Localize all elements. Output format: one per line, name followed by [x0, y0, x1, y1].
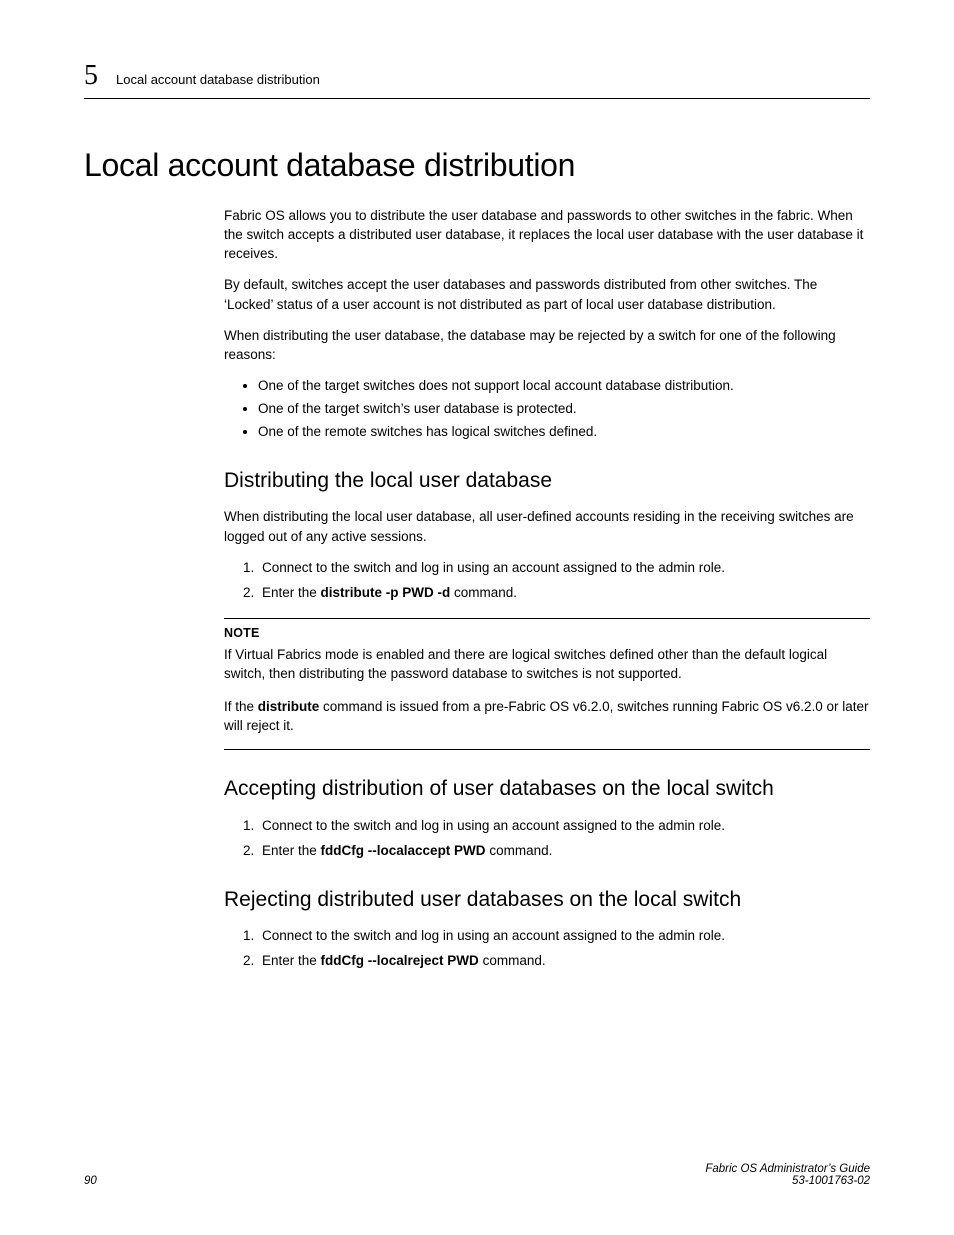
- section-paragraph: When distributing the local user databas…: [224, 507, 870, 545]
- note-rule-bottom: [224, 749, 870, 750]
- step-text: Enter the: [262, 953, 321, 968]
- subheading-accept: Accepting distribution of user databases…: [224, 774, 870, 804]
- step-item: Enter the distribute -p PWD -d command.: [258, 583, 870, 602]
- page-footer: 90 Fabric OS Administrator’s Guide 53-10…: [84, 1163, 870, 1187]
- doc-number: 53-1001763-02: [705, 1175, 870, 1187]
- intro-paragraph: By default, switches accept the user dat…: [224, 275, 870, 313]
- step-text: command.: [450, 585, 517, 600]
- running-title: Local account database distribution: [116, 72, 320, 87]
- list-item: One of the target switches does not supp…: [258, 376, 870, 395]
- subheading-distribute: Distributing the local user database: [224, 466, 870, 496]
- running-header: 5 Local account database distribution: [84, 60, 870, 99]
- note-rule-top: [224, 618, 870, 619]
- guide-title: Fabric OS Administrator’s Guide: [705, 1163, 870, 1175]
- list-item: One of the remote switches has logical s…: [258, 422, 870, 441]
- accept-steps: Connect to the switch and log in using a…: [224, 816, 870, 860]
- text: command is issued from a pre-Fabric OS v…: [224, 699, 869, 733]
- command-text: fddCfg --localreject PWD: [321, 953, 479, 968]
- step-item: Connect to the switch and log in using a…: [258, 558, 870, 577]
- note-body: If Virtual Fabrics mode is enabled and t…: [224, 645, 870, 683]
- intro-paragraph: Fabric OS allows you to distribute the u…: [224, 206, 870, 263]
- text: If the: [224, 699, 258, 714]
- rejection-reasons-list: One of the target switches does not supp…: [224, 376, 870, 441]
- chapter-number: 5: [84, 60, 98, 92]
- command-text: distribute -p PWD -d: [321, 585, 451, 600]
- note-label: NOTE: [224, 625, 870, 643]
- step-item: Enter the fddCfg --localreject PWD comma…: [258, 951, 870, 970]
- distribute-steps: Connect to the switch and log in using a…: [224, 558, 870, 602]
- step-item: Enter the fddCfg --localaccept PWD comma…: [258, 841, 870, 860]
- page: 5 Local account database distribution Lo…: [0, 0, 954, 1235]
- page-title: Local account database distribution: [84, 147, 870, 184]
- command-text: fddCfg --localaccept PWD: [321, 843, 486, 858]
- subheading-reject: Rejecting distributed user databases on …: [224, 885, 870, 915]
- body-column: Fabric OS allows you to distribute the u…: [224, 206, 870, 971]
- step-text: Enter the: [262, 585, 321, 600]
- command-text: distribute: [258, 699, 320, 714]
- step-text: command.: [479, 953, 546, 968]
- step-text: Enter the: [262, 843, 321, 858]
- intro-paragraph: When distributing the user database, the…: [224, 326, 870, 364]
- post-note-paragraph: If the distribute command is issued from…: [224, 697, 870, 735]
- step-item: Connect to the switch and log in using a…: [258, 816, 870, 835]
- reject-steps: Connect to the switch and log in using a…: [224, 926, 870, 970]
- step-text: command.: [486, 843, 553, 858]
- step-item: Connect to the switch and log in using a…: [258, 926, 870, 945]
- list-item: One of the target switch’s user database…: [258, 399, 870, 418]
- footer-right: Fabric OS Administrator’s Guide 53-10017…: [705, 1163, 870, 1187]
- page-number: 90: [84, 1175, 97, 1187]
